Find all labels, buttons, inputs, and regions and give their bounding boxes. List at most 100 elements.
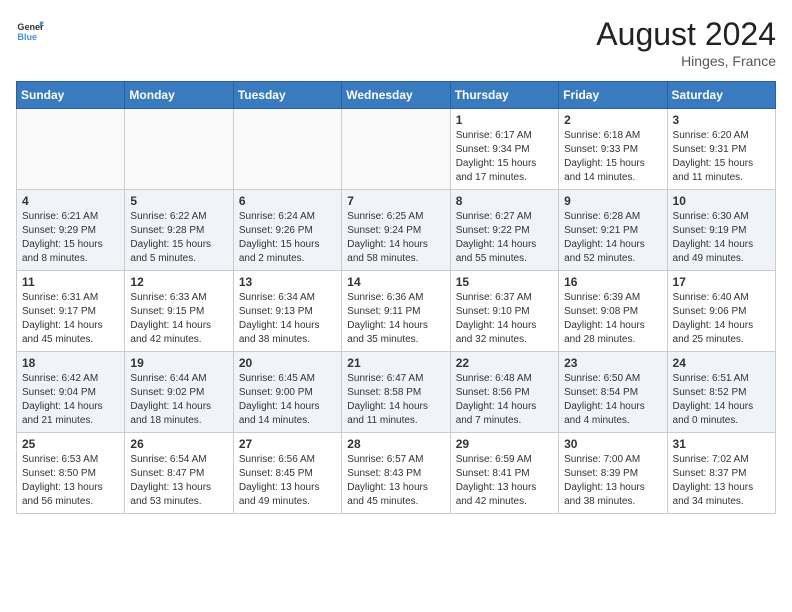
calendar-cell: 3Sunrise: 6:20 AMSunset: 9:31 PMDaylight…	[667, 109, 775, 190]
day-info: Sunrise: 6:30 AMSunset: 9:19 PMDaylight:…	[673, 210, 770, 266]
week-row-5: 25 Sunrise: 6:53 AMSunset: 8:50 PMDayligh…	[17, 433, 776, 514]
day-number: 12	[130, 275, 227, 289]
day-number: 20	[239, 356, 336, 370]
day-info: Sunrise: 6:17 AMSunset: 9:34 PMDaylight:…	[456, 129, 553, 185]
calendar-cell: 26 Sunrise: 6:54 AMSunset: 8:47 PMDayligh…	[125, 433, 233, 514]
day-number: 5	[130, 194, 227, 208]
calendar-cell: 28Sunrise: 6:57 AMSunset: 8:43 PMDayligh…	[342, 433, 450, 514]
day-number: 13	[239, 275, 336, 289]
day-info: Sunrise: 6:31 AMSunset: 9:17 PMDaylight:…	[22, 291, 119, 347]
day-number: 1	[456, 113, 553, 127]
calendar-cell: 18 Sunrise: 6:42 AMSunset: 9:04 PMDayligh…	[17, 352, 125, 433]
day-number: 27	[239, 437, 336, 451]
day-number: 19	[130, 356, 227, 370]
day-info: Sunrise: 6:34 AMSunset: 9:13 PMDaylight:…	[239, 291, 336, 347]
day-number: 7	[347, 194, 444, 208]
day-number: 21	[347, 356, 444, 370]
title-block: August 2024 Hinges, France	[596, 16, 776, 69]
day-info: Sunrise: 6:24 AMSunset: 9:26 PMDaylight:…	[239, 210, 336, 266]
day-number: 17	[673, 275, 770, 289]
day-number: 16	[564, 275, 661, 289]
day-number: 29	[456, 437, 553, 451]
header-wednesday: Wednesday	[342, 82, 450, 109]
day-number: 26	[130, 437, 227, 451]
calendar-cell: 10 Sunrise: 6:30 AMSunset: 9:19 PMDayligh…	[667, 190, 775, 271]
calendar-cell: 15 Sunrise: 6:37 AMSunset: 9:10 PMDayligh…	[450, 271, 558, 352]
day-number: 18	[22, 356, 119, 370]
day-info: Sunrise: 6:27 AMSunset: 9:22 PMDaylight:…	[456, 210, 553, 266]
day-number: 4	[22, 194, 119, 208]
day-info: Sunrise: 6:22 AMSunset: 9:28 PMDaylight:…	[130, 210, 227, 266]
header-tuesday: Tuesday	[233, 82, 341, 109]
week-row-1: 1 Sunrise: 6:17 AMSunset: 9:34 PMDaylight…	[17, 109, 776, 190]
day-info: Sunrise: 6:53 AMSunset: 8:50 PMDaylight:…	[22, 453, 119, 509]
day-info: Sunrise: 6:18 AMSunset: 9:33 PMDaylight:…	[564, 129, 661, 185]
day-info: Sunrise: 6:39 AMSunset: 9:08 PMDaylight:…	[564, 291, 661, 347]
page-header: General Blue August 2024 Hinges, France	[16, 16, 776, 69]
calendar-cell: 31 Sunrise: 7:02 AMSunset: 8:37 PMDayligh…	[667, 433, 775, 514]
calendar-cell: 5 Sunrise: 6:22 AMSunset: 9:28 PMDaylight…	[125, 190, 233, 271]
header-sunday: Sunday	[17, 82, 125, 109]
day-info: Sunrise: 6:59 AMSunset: 8:41 PMDaylight:…	[456, 453, 553, 509]
month-year: August 2024	[596, 16, 776, 53]
calendar-cell: 25 Sunrise: 6:53 AMSunset: 8:50 PMDayligh…	[17, 433, 125, 514]
day-number: 23	[564, 356, 661, 370]
day-info: Sunrise: 6:56 AMSunset: 8:45 PMDaylight:…	[239, 453, 336, 509]
day-number: 15	[456, 275, 553, 289]
day-number: 22	[456, 356, 553, 370]
header-friday: Friday	[559, 82, 667, 109]
calendar-cell: 13 Sunrise: 6:34 AMSunset: 9:13 PMDayligh…	[233, 271, 341, 352]
day-number: 10	[673, 194, 770, 208]
day-info: Sunrise: 6:42 AMSunset: 9:04 PMDaylight:…	[22, 372, 119, 428]
calendar-cell	[342, 109, 450, 190]
day-info: Sunrise: 6:50 AMSunset: 8:54 PMDaylight:…	[564, 372, 661, 428]
day-info: Sunrise: 6:28 AMSunset: 9:21 PMDaylight:…	[564, 210, 661, 266]
logo: General Blue	[16, 16, 44, 44]
calendar-cell: 11 Sunrise: 6:31 AMSunset: 9:17 PMDayligh…	[17, 271, 125, 352]
day-info: Sunrise: 6:45 AMSunset: 9:00 PMDaylight:…	[239, 372, 336, 428]
header-thursday: Thursday	[450, 82, 558, 109]
calendar-table: SundayMondayTuesdayWednesdayThursdayFrid…	[16, 81, 776, 514]
calendar-cell	[17, 109, 125, 190]
day-info: Sunrise: 6:57 AMSunset: 8:43 PMDaylight:…	[347, 453, 444, 509]
day-info: Sunrise: 6:40 AMSunset: 9:06 PMDaylight:…	[673, 291, 770, 347]
day-info: Sunrise: 7:02 AMSunset: 8:37 PMDaylight:…	[673, 453, 770, 509]
day-number: 30	[564, 437, 661, 451]
calendar-cell: 2 Sunrise: 6:18 AMSunset: 9:33 PMDaylight…	[559, 109, 667, 190]
calendar-cell: 27 Sunrise: 6:56 AMSunset: 8:45 PMDayligh…	[233, 433, 341, 514]
calendar-cell: 7 Sunrise: 6:25 AMSunset: 9:24 PMDaylight…	[342, 190, 450, 271]
day-info: Sunrise: 6:47 AMSunset: 8:58 PMDaylight:…	[347, 372, 444, 428]
calendar-cell: 4 Sunrise: 6:21 AMSunset: 9:29 PMDaylight…	[17, 190, 125, 271]
week-row-4: 18 Sunrise: 6:42 AMSunset: 9:04 PMDayligh…	[17, 352, 776, 433]
day-info: Sunrise: 6:36 AMSunset: 9:11 PMDaylight:…	[347, 291, 444, 347]
day-number: 31	[673, 437, 770, 451]
calendar-cell: 16 Sunrise: 6:39 AMSunset: 9:08 PMDayligh…	[559, 271, 667, 352]
day-info: Sunrise: 6:37 AMSunset: 9:10 PMDaylight:…	[456, 291, 553, 347]
calendar-cell: 19Sunrise: 6:44 AMSunset: 9:02 PMDayligh…	[125, 352, 233, 433]
week-row-2: 4 Sunrise: 6:21 AMSunset: 9:29 PMDaylight…	[17, 190, 776, 271]
week-row-3: 11 Sunrise: 6:31 AMSunset: 9:17 PMDayligh…	[17, 271, 776, 352]
day-number: 24	[673, 356, 770, 370]
day-number: 25	[22, 437, 119, 451]
day-number: 11	[22, 275, 119, 289]
calendar-cell: 1 Sunrise: 6:17 AMSunset: 9:34 PMDaylight…	[450, 109, 558, 190]
day-info: Sunrise: 7:00 AMSunset: 8:39 PMDaylight:…	[564, 453, 661, 509]
header-monday: Monday	[125, 82, 233, 109]
calendar-cell: 29 Sunrise: 6:59 AMSunset: 8:41 PMDayligh…	[450, 433, 558, 514]
day-info: Sunrise: 6:25 AMSunset: 9:24 PMDaylight:…	[347, 210, 444, 266]
day-number: 2	[564, 113, 661, 127]
day-info: Sunrise: 6:21 AMSunset: 9:29 PMDaylight:…	[22, 210, 119, 266]
calendar-cell: 24Sunrise: 6:51 AMSunset: 8:52 PMDayligh…	[667, 352, 775, 433]
header-saturday: Saturday	[667, 82, 775, 109]
calendar-cell: 30 Sunrise: 7:00 AMSunset: 8:39 PMDayligh…	[559, 433, 667, 514]
calendar-cell: 21 Sunrise: 6:47 AMSunset: 8:58 PMDayligh…	[342, 352, 450, 433]
calendar-cell: 6Sunrise: 6:24 AMSunset: 9:26 PMDaylight…	[233, 190, 341, 271]
calendar-cell: 20 Sunrise: 6:45 AMSunset: 9:00 PMDayligh…	[233, 352, 341, 433]
calendar-cell: 17 Sunrise: 6:40 AMSunset: 9:06 PMDayligh…	[667, 271, 775, 352]
calendar-cell: 23 Sunrise: 6:50 AMSunset: 8:54 PMDayligh…	[559, 352, 667, 433]
day-number: 9	[564, 194, 661, 208]
calendar-cell: 22Sunrise: 6:48 AMSunset: 8:56 PMDayligh…	[450, 352, 558, 433]
day-number: 14	[347, 275, 444, 289]
day-info: Sunrise: 6:54 AMSunset: 8:47 PMDaylight:…	[130, 453, 227, 509]
day-number: 8	[456, 194, 553, 208]
